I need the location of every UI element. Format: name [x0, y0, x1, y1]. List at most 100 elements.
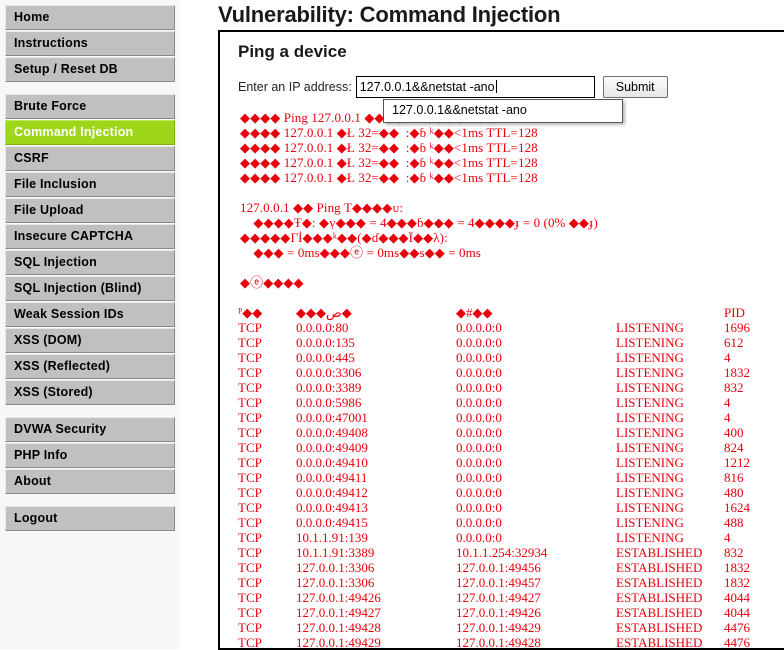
proto-cell: TCP — [238, 485, 262, 500]
table-row: TCP 127.0.0.1:49427 127.0.0.1:49426 ESTABLI… — [238, 605, 784, 620]
pid-cell: 400 — [724, 425, 744, 440]
autocomplete-option[interactable]: 127.0.0.1&&netstat -ano — [384, 100, 622, 122]
proto-cell: TCP — [238, 335, 262, 350]
sidebar-item-home[interactable]: Home — [5, 5, 175, 30]
sidebar-item-php-info[interactable]: PHP Info — [5, 443, 175, 468]
state-cell: LISTENING — [616, 365, 684, 380]
state-cell: LISTENING — [616, 485, 684, 500]
pid-cell: 488 — [724, 515, 744, 530]
sidebar-group: DVWA Security PHP Info About — [0, 417, 180, 494]
autocomplete-dropdown[interactable]: 127.0.0.1&&netstat -ano — [383, 99, 623, 123]
table-row: TCP 10.1.1.91:139 0.0.0.0:0 LISTENING 4 — [238, 530, 784, 545]
ping-statistics-line: ◆◆◆◆◆Γİ◆◆◆ᵏ◆◆(◆ɗ◆◆◆Ï◆◆λ): — [240, 230, 448, 245]
proto-cell: TCP — [238, 545, 262, 560]
sidebar-item-setup-reset-db[interactable]: Setup / Reset DB — [5, 57, 175, 82]
state-cell: LISTENING — [616, 320, 684, 335]
local-address-cell: 0.0.0.0:49410 — [296, 455, 368, 470]
local-address-cell: 0.0.0.0:49413 — [296, 500, 368, 515]
sidebar-item-instructions[interactable]: Instructions — [5, 31, 175, 56]
pid-cell: 4 — [724, 530, 731, 545]
local-address-cell: 0.0.0.0:5986 — [296, 395, 362, 410]
proto-cell: TCP — [238, 425, 262, 440]
sidebar-item-sql-injection-blind[interactable]: SQL Injection (Blind) — [5, 276, 175, 301]
proto-cell: TCP — [238, 365, 262, 380]
state-cell: LISTENING — [616, 470, 684, 485]
sidebar-item-xss-dom[interactable]: XSS (DOM) — [5, 328, 175, 353]
proto-cell: TCP — [238, 530, 262, 545]
local-address-cell: 0.0.0.0:47001 — [296, 410, 368, 425]
sidebar-item-brute-force[interactable]: Brute Force — [5, 94, 175, 119]
proto-cell: TCP — [238, 515, 262, 530]
netstat-header-row: ᴾ◆◆ ◆◆◆ص◆ ◆#◆◆ PID — [238, 305, 784, 320]
command-output: ◆◆◆◆ Ping 127.0.0.1 ◆◆◆◆ 32 ◆◆◆◆◆◆◆: ◆◆◆◆… — [240, 110, 784, 305]
sidebar-item-xss-reflected[interactable]: XSS (Reflected) — [5, 354, 175, 379]
sidebar-item-insecure-captcha[interactable]: Insecure CAPTCHA — [5, 224, 175, 249]
pid-cell: 480 — [724, 485, 744, 500]
table-row: TCP 0.0.0.0:49412 0.0.0.0:0 LISTENING 480 — [238, 485, 784, 500]
table-row: TCP 0.0.0.0:49411 0.0.0.0:0 LISTENING 816 — [238, 470, 784, 485]
sidebar-item-command-injection[interactable]: Command Injection — [5, 120, 175, 145]
pid-cell: 832 — [724, 545, 744, 560]
ping-statistics-line: ◆◆◆◆Ŧ◆: ◆ṿ◆◆◆ = 4◆◆◆ɓ◆◆◆ = 4◆◆◆◆ɟ = 0 (0… — [240, 215, 598, 230]
table-row: TCP 127.0.0.1:3306 127.0.0.1:49457 ESTABLIS… — [238, 575, 784, 590]
local-address-cell: 0.0.0.0:3306 — [296, 365, 362, 380]
pid-cell: 4044 — [724, 605, 750, 620]
local-address-cell: 0.0.0.0:49412 — [296, 485, 368, 500]
foreign-address-cell: 0.0.0.0:0 — [456, 485, 502, 500]
proto-cell: TCP — [238, 500, 262, 515]
ping-reply-line: ◆◆◆◆ 127.0.0.1 ◆Ł 32=◆◆ :◆ɓ ᵏ◆◆<1ms TTL=… — [240, 125, 538, 140]
local-address-cell: 10.1.1.91:3389 — [296, 545, 375, 560]
sidebar-item-dvwa-security[interactable]: DVWA Security — [5, 417, 175, 442]
section-heading: Ping a device — [238, 42, 347, 61]
foreign-address-cell: 0.0.0.0:0 — [456, 515, 502, 530]
table-row: TCP 0.0.0.0:445 0.0.0.0:0 LISTENING 4 — [238, 350, 784, 365]
sidebar-item-weak-session-ids[interactable]: Weak Session IDs — [5, 302, 175, 327]
pid-cell: 4476 — [724, 620, 750, 635]
foreign-address-cell: 0.0.0.0:0 — [456, 350, 502, 365]
table-row: TCP 0.0.0.0:135 0.0.0.0:0 LISTENING 612 — [238, 335, 784, 350]
submit-button[interactable]: Submit — [602, 76, 668, 98]
table-row: TCP 0.0.0.0:3306 0.0.0.0:0 LISTENING 1832 — [238, 365, 784, 380]
sidebar-item-file-upload[interactable]: File Upload — [5, 198, 175, 223]
main-content: Vulnerability: Command Injection Ping a … — [214, 0, 784, 650]
local-address-cell: 127.0.0.1:3306 — [296, 560, 375, 575]
local-address-cell: 127.0.0.1:49426 — [296, 590, 381, 605]
state-cell: LISTENING — [616, 515, 684, 530]
foreign-address-cell: 0.0.0.0:0 — [456, 530, 502, 545]
sidebar-item-xss-stored[interactable]: XSS (Stored) — [5, 380, 175, 405]
local-address-cell: 0.0.0.0:135 — [296, 335, 355, 350]
sidebar-item-sql-injection[interactable]: SQL Injection — [5, 250, 175, 275]
sidebar-item-about[interactable]: About — [5, 469, 175, 494]
pid-cell: 1624 — [724, 500, 750, 515]
pid-cell: 4 — [724, 350, 731, 365]
vulnerability-panel: Ping a device Enter an IP address: 127.0.… — [218, 30, 784, 650]
proto-cell: TCP — [238, 560, 262, 575]
pid-cell: 4 — [724, 410, 731, 425]
table-row: TCP 127.0.0.1:3306 127.0.0.1:49456 ESTABLIS… — [238, 560, 784, 575]
sidebar-item-csrf[interactable]: CSRF — [5, 146, 175, 171]
state-cell: ESTABLISHED — [616, 590, 703, 605]
sidebar-item-file-inclusion[interactable]: File Inclusion — [5, 172, 175, 197]
state-cell: LISTENING — [616, 440, 684, 455]
table-row: TCP 10.1.1.91:3389 10.1.1.254:32934 ESTABLI… — [238, 545, 784, 560]
foreign-address-cell: 0.0.0.0:0 — [456, 440, 502, 455]
pid-cell: 1832 — [724, 575, 750, 590]
state-cell: ESTABLISHED — [616, 635, 703, 650]
local-address-cell: 0.0.0.0:445 — [296, 350, 355, 365]
pid-cell: 1832 — [724, 560, 750, 575]
foreign-address-cell: 0.0.0.0:0 — [456, 425, 502, 440]
ip-address-value: 127.0.0.1&&netstat -ano — [359, 80, 495, 94]
proto-cell: TCP — [238, 410, 262, 425]
netstat-table: ᴾ◆◆ ◆◆◆ص◆ ◆#◆◆ PID TCP 0.0.0.0:80 0.0.0.0:0 LIS… — [238, 305, 784, 650]
proto-cell: TCP — [238, 350, 262, 365]
proto-cell: TCP — [238, 455, 262, 470]
state-cell: LISTENING — [616, 350, 684, 365]
foreign-address-cell: 0.0.0.0:0 — [456, 395, 502, 410]
proto-cell: TCP — [238, 380, 262, 395]
table-row: TCP 0.0.0.0:47001 0.0.0.0:0 LISTENING 4 — [238, 410, 784, 425]
foreign-address-cell: 127.0.0.1:49428 — [456, 635, 541, 650]
ip-address-input[interactable]: 127.0.0.1&&netstat -ano — [355, 76, 595, 98]
sidebar-item-logout[interactable]: Logout — [5, 506, 175, 531]
pid-cell: 1832 — [724, 365, 750, 380]
netstat-title-line: ◆ⓔ◆◆◆◆ — [240, 275, 304, 290]
